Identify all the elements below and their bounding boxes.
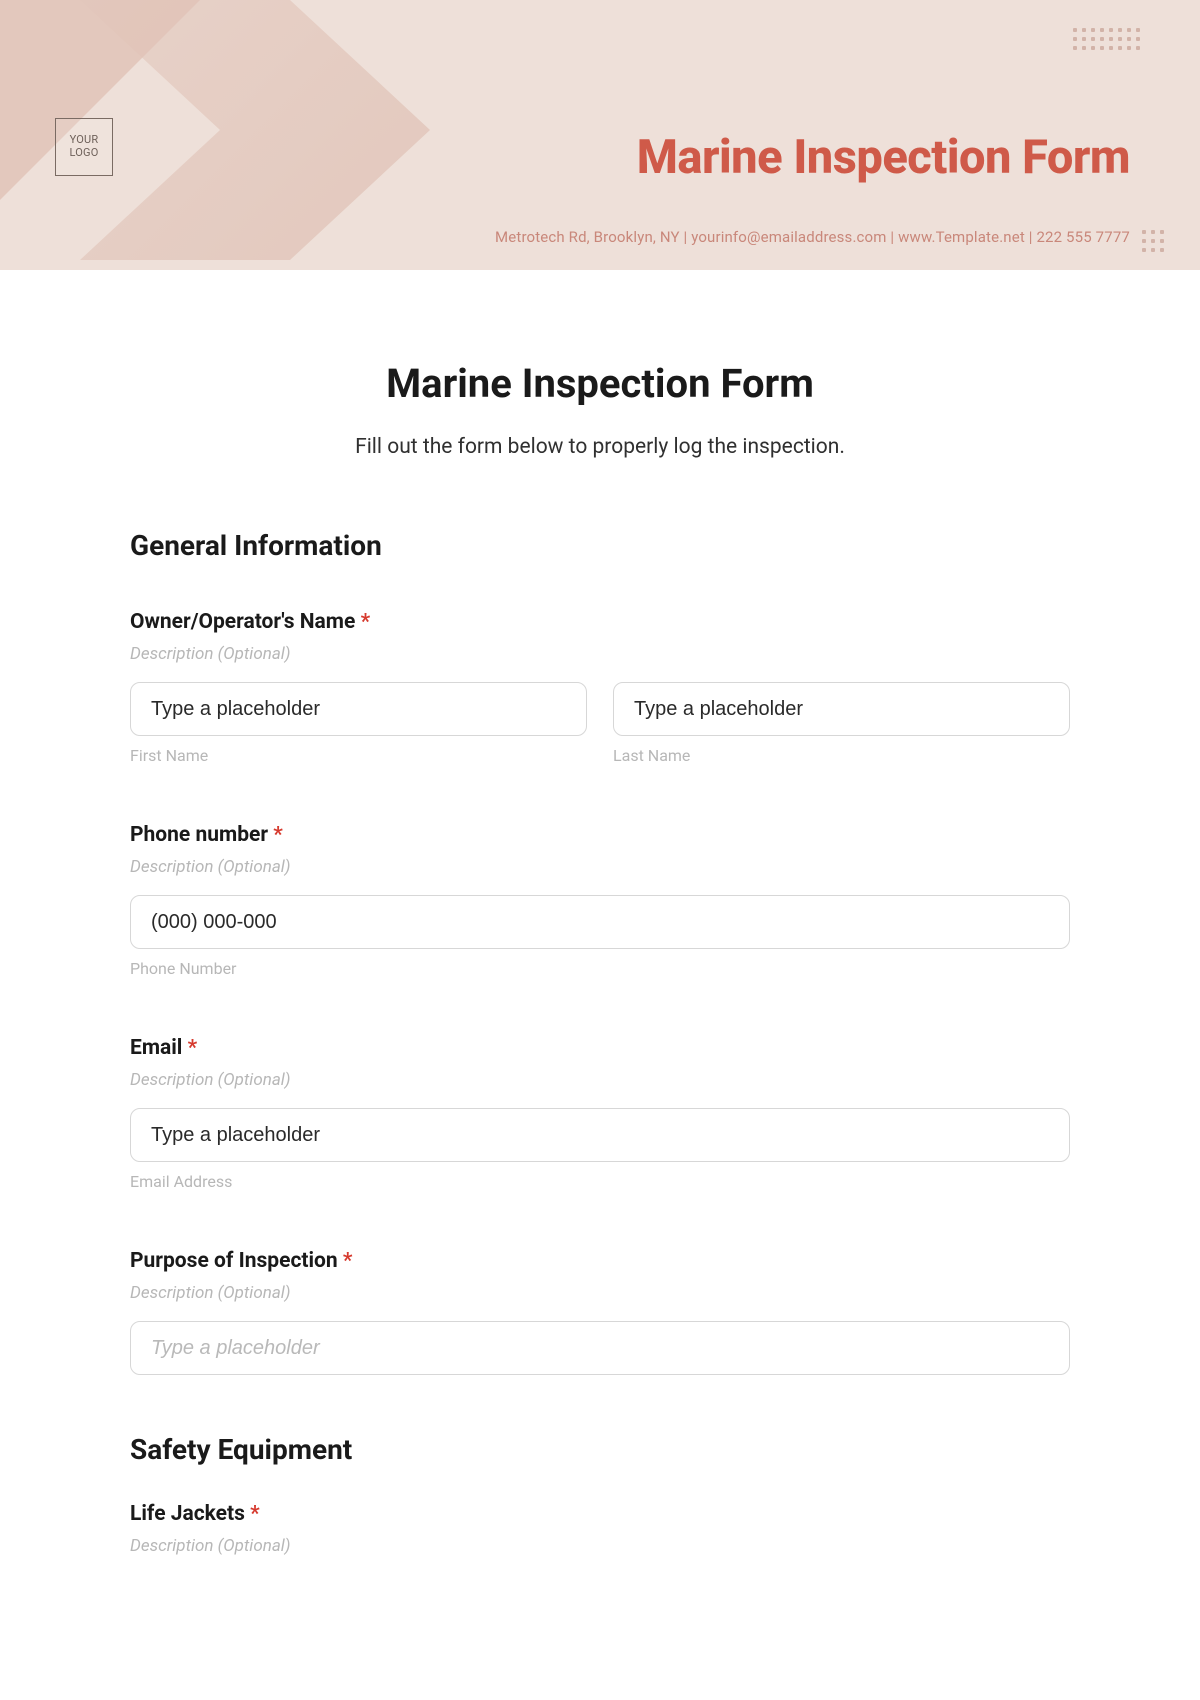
owner-label-text: Owner/Operator's Name [130, 610, 355, 634]
life-jackets-label: Life Jackets * [130, 1502, 1070, 1526]
page: YOURLOGO Marine Inspection Form Metrotec… [0, 0, 1200, 1614]
purpose-description: Description (Optional) [130, 1283, 1070, 1303]
field-purpose: Purpose of Inspection * Description (Opt… [130, 1249, 1070, 1375]
email-input[interactable] [130, 1108, 1070, 1162]
dot-grid-icon [1073, 28, 1140, 50]
email-label-text: Email [130, 1036, 182, 1060]
banner-meta: Metrotech Rd, Brooklyn, NY | yourinfo@em… [495, 228, 1130, 246]
email-description: Description (Optional) [130, 1070, 1070, 1090]
first-name-input[interactable] [130, 682, 587, 736]
email-label: Email * [130, 1036, 1070, 1060]
logo-placeholder: YOURLOGO [55, 118, 113, 176]
owner-label: Owner/Operator's Name * [130, 610, 1070, 634]
phone-sublabel: Phone Number [130, 959, 1070, 978]
life-jackets-description: Description (Optional) [130, 1536, 1070, 1556]
last-name-input[interactable] [613, 682, 1070, 736]
purpose-input[interactable] [130, 1321, 1070, 1375]
section-general-heading: General Information [130, 529, 1070, 562]
field-email: Email * Description (Optional) Email Add… [130, 1036, 1070, 1191]
field-life-jackets: Life Jackets * Description (Optional) [130, 1502, 1070, 1556]
last-name-sublabel: Last Name [613, 746, 1070, 765]
first-name-sublabel: First Name [130, 746, 587, 765]
header-banner: YOURLOGO Marine Inspection Form Metrotec… [0, 0, 1200, 270]
phone-label: Phone number * [130, 823, 1070, 847]
life-jackets-label-text: Life Jackets [130, 1502, 245, 1526]
form-subtitle: Fill out the form below to properly log … [130, 435, 1070, 459]
owner-description: Description (Optional) [130, 644, 1070, 664]
required-asterisk: * [188, 1036, 198, 1060]
banner-title: Marine Inspection Form [637, 130, 1130, 185]
phone-input[interactable] [130, 895, 1070, 949]
dot-grid-small-icon [1142, 230, 1164, 252]
required-asterisk: * [343, 1249, 353, 1273]
field-owner-name: Owner/Operator's Name * Description (Opt… [130, 610, 1070, 765]
purpose-label-text: Purpose of Inspection [130, 1249, 338, 1273]
section-safety-heading: Safety Equipment [130, 1433, 1070, 1466]
required-asterisk: * [361, 610, 371, 634]
required-asterisk: * [250, 1502, 260, 1526]
phone-label-text: Phone number [130, 823, 268, 847]
form-content: Marine Inspection Form Fill out the form… [0, 270, 1200, 1614]
purpose-label: Purpose of Inspection * [130, 1249, 1070, 1273]
phone-description: Description (Optional) [130, 857, 1070, 877]
form-title: Marine Inspection Form [130, 360, 1070, 407]
field-phone: Phone number * Description (Optional) Ph… [130, 823, 1070, 978]
required-asterisk: * [273, 823, 283, 847]
email-sublabel: Email Address [130, 1172, 1070, 1191]
